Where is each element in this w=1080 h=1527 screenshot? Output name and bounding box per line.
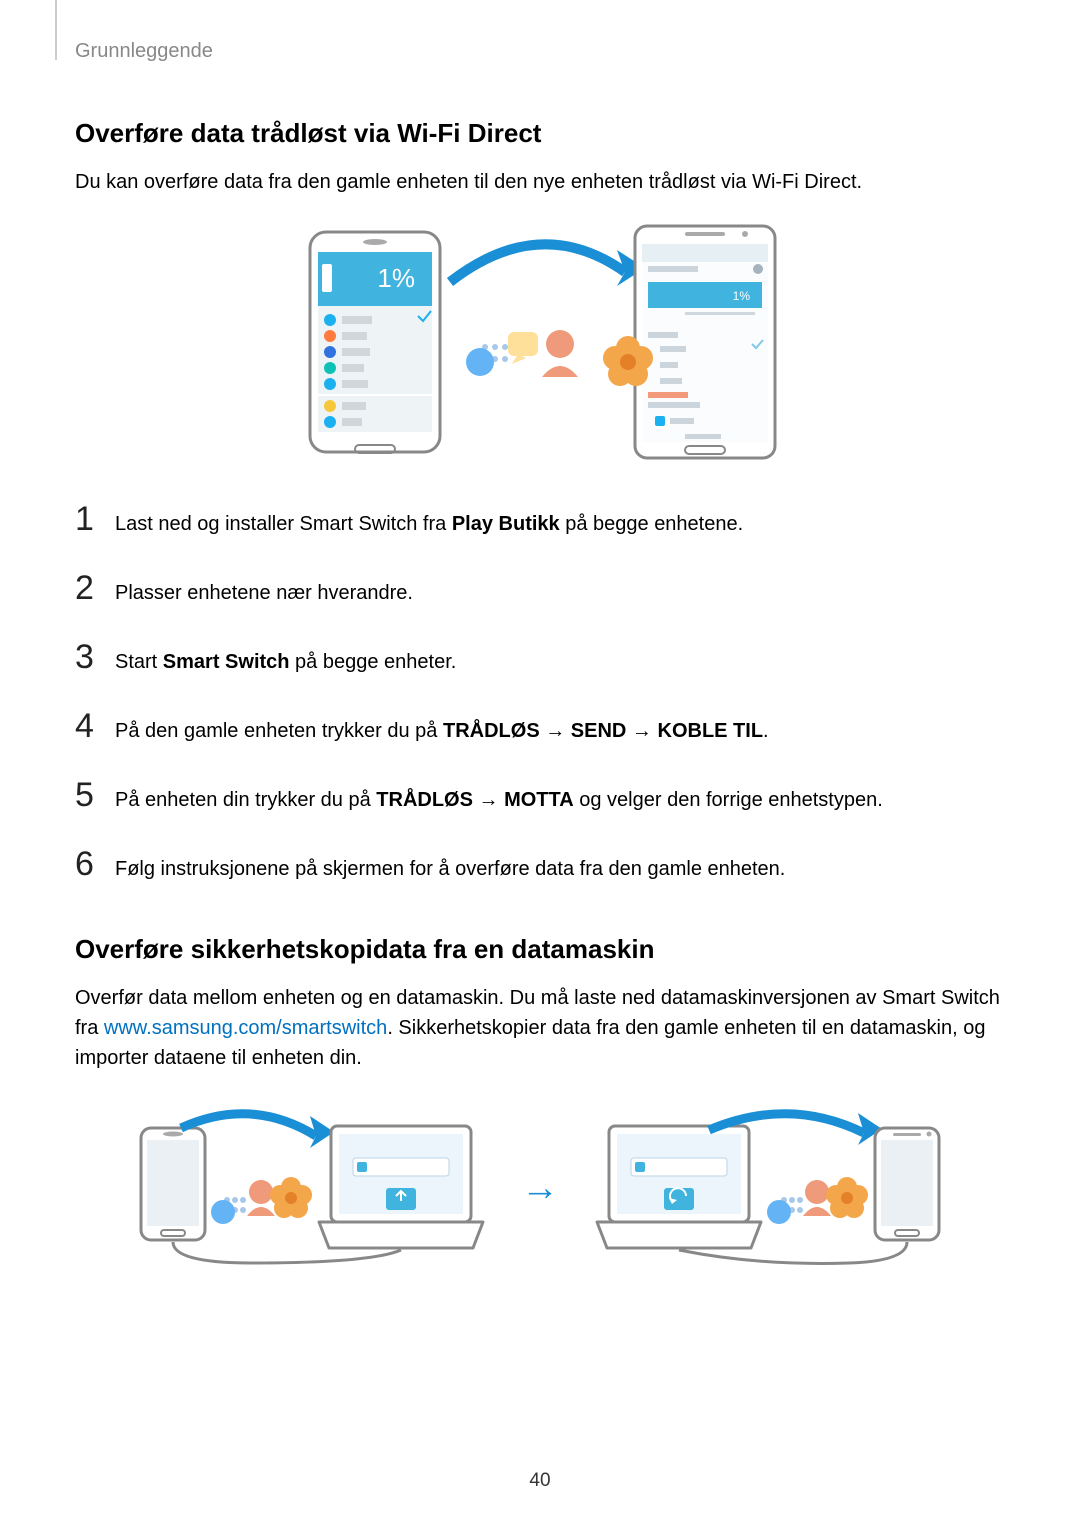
step-item: 1Last ned og installer Smart Switch fra … (75, 502, 1005, 539)
wifi-direct-illustration: 1% (75, 222, 1005, 462)
step-item: 3Start Smart Switch på begge enheter. (75, 640, 1005, 677)
phone-to-laptop-icon (131, 1108, 491, 1268)
computer-backup-illustration: → (75, 1108, 1005, 1268)
svg-text:1%: 1% (377, 263, 415, 293)
smartswitch-link[interactable]: www.samsung.com/smartswitch (104, 1017, 387, 1039)
step-text: Start Smart Switch på begge enheter. (107, 641, 456, 677)
two-phones-transfer-icon: 1% (290, 222, 790, 462)
step-text: Følg instruksjonene på skjermen for å ov… (107, 848, 785, 884)
step-text: På enheten din trykker du på TRÅDLØS → M… (107, 779, 883, 815)
page-number: 40 (0, 1470, 1080, 1492)
step-text: På den gamle enheten trykker du på TRÅDL… (107, 710, 769, 746)
step-number: 6 (75, 847, 107, 881)
step-item: 4På den gamle enheten trykker du på TRÅD… (75, 709, 1005, 746)
step-number: 2 (75, 571, 107, 605)
steps-list: 1Last ned og installer Smart Switch fra … (75, 502, 1005, 884)
section2-intro: Overfør data mellom enheten og en datama… (75, 983, 1005, 1073)
step-item: 5På enheten din trykker du på TRÅDLØS → … (75, 778, 1005, 815)
step-number: 5 (75, 778, 107, 812)
step-text: Plasser enhetene nær hverandre. (107, 572, 413, 608)
step-item: 6Følg instruksjonene på skjermen for å o… (75, 847, 1005, 884)
step-number: 3 (75, 640, 107, 674)
step-number: 4 (75, 709, 107, 743)
step-text: Last ned og installer Smart Switch fra P… (107, 503, 743, 539)
breadcrumb: Grunnleggende (75, 40, 1005, 63)
svg-text:1%: 1% (733, 289, 751, 303)
arrow-right-icon: → (521, 1167, 559, 1210)
section1-heading: Overføre data trådløst via Wi-Fi Direct (75, 118, 1005, 149)
step-item: 2Plasser enhetene nær hverandre. (75, 571, 1005, 608)
step-number: 1 (75, 502, 107, 536)
section1-intro: Du kan overføre data fra den gamle enhet… (75, 167, 1005, 197)
section2-heading: Overføre sikkerhetskopidata fra en datam… (75, 934, 1005, 965)
laptop-to-phone-icon (589, 1108, 949, 1268)
